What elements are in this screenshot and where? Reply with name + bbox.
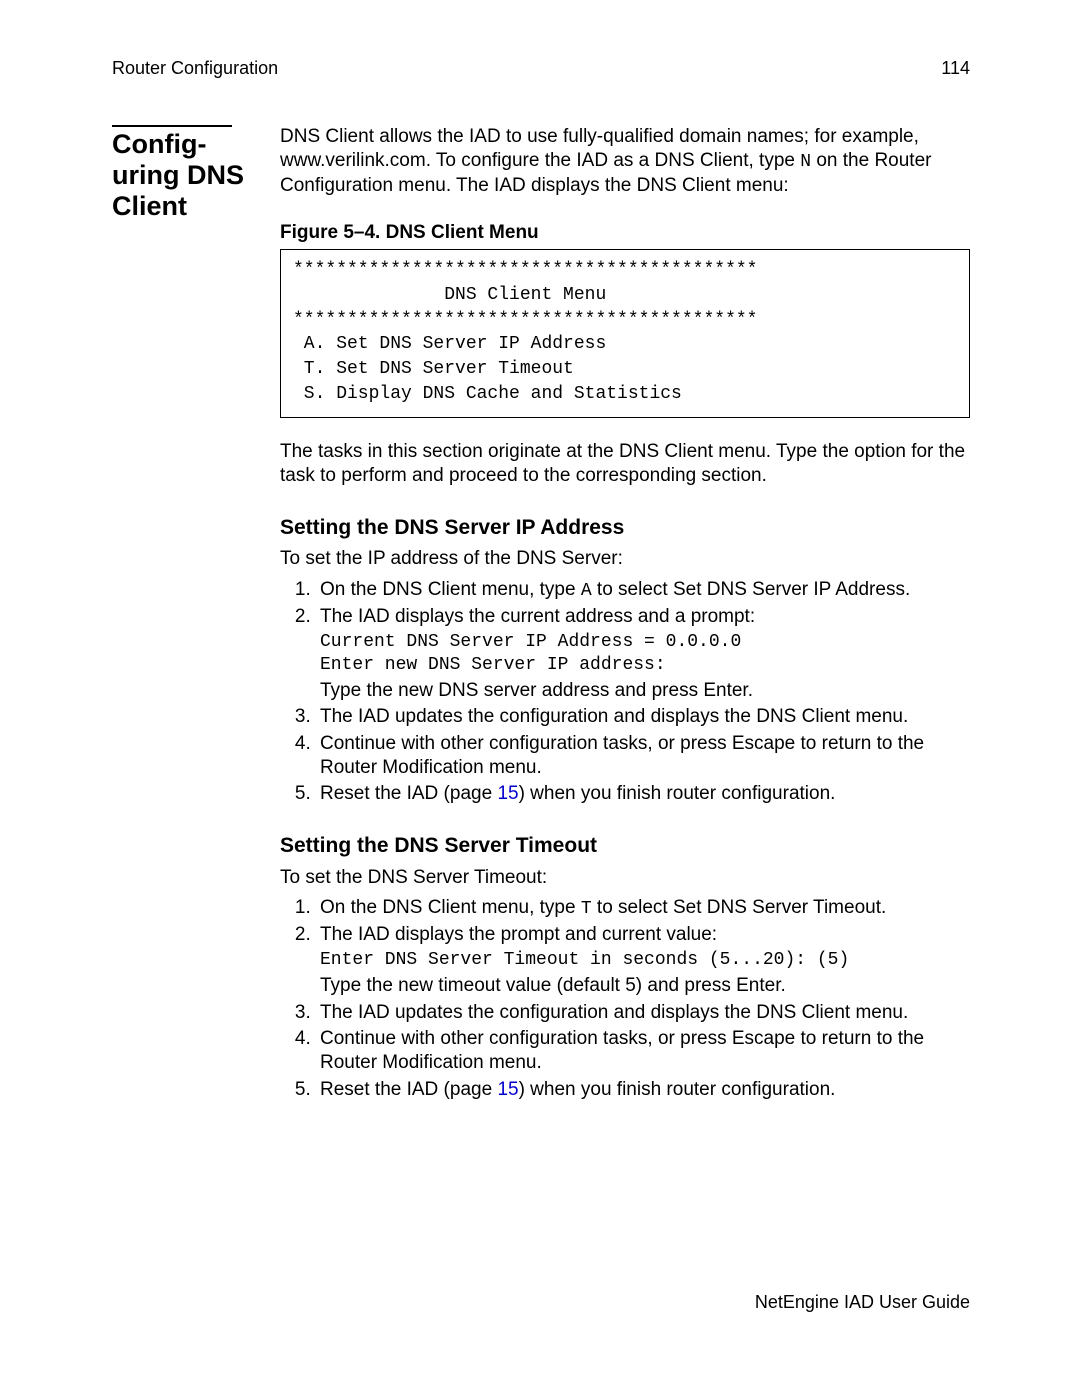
list-item: The IAD updates the configuration and di…	[316, 705, 970, 729]
subheading-timeout: Setting the DNS Server Timeout	[280, 833, 970, 860]
main-column: DNS Client allows the IAD to use fully-q…	[280, 125, 970, 1104]
list-item: On the DNS Client menu, type T to select…	[316, 896, 970, 921]
step-code-block: Current DNS Server IP Address = 0.0.0.0 …	[320, 631, 970, 677]
footer-text: NetEngine IAD User Guide	[755, 1292, 970, 1313]
step-text: On the DNS Client menu, type	[320, 897, 581, 918]
list-item: The IAD displays the prompt and current …	[316, 923, 970, 999]
dns-client-menu-box: ****************************************…	[280, 249, 970, 418]
step-text: to select Set DNS Server IP Address.	[592, 579, 911, 600]
step-text: The IAD displays the prompt and current …	[320, 924, 717, 945]
list-item: The IAD displays the current address and…	[316, 605, 970, 704]
step-code-block: Enter DNS Server Timeout in seconds (5..…	[320, 949, 970, 972]
list-item: The IAD updates the configuration and di…	[316, 1001, 970, 1025]
step-text: The IAD displays the current address and…	[320, 606, 755, 627]
page-number: 114	[941, 58, 970, 79]
step-text: Type the new timeout value (default 5) a…	[320, 975, 786, 996]
lead-ip-address: To set the IP address of the DNS Server:	[280, 547, 970, 571]
step-text: Reset the IAD (page	[320, 783, 497, 804]
figure-caption: Figure 5–4. DNS Client Menu	[280, 221, 970, 245]
running-header: Router Configuration 114	[112, 58, 970, 79]
steps-timeout: On the DNS Client menu, type T to select…	[280, 896, 970, 1102]
steps-ip-address: On the DNS Client menu, type A to select…	[280, 578, 970, 807]
step-text: On the DNS Client menu, type	[320, 579, 581, 600]
step-code: A	[581, 581, 592, 601]
list-item: On the DNS Client menu, type A to select…	[316, 578, 970, 603]
step-text: ) when you finish router configuration.	[519, 1079, 836, 1100]
lead-timeout: To set the DNS Server Timeout:	[280, 866, 970, 890]
header-left: Router Configuration	[112, 58, 278, 79]
step-text: to select Set DNS Server Timeout.	[592, 897, 887, 918]
step-text: ) when you finish router configuration.	[519, 783, 836, 804]
list-item: Continue with other configuration tasks,…	[316, 1027, 970, 1076]
subheading-ip-address: Setting the DNS Server IP Address	[280, 515, 970, 542]
page-link[interactable]: 15	[497, 783, 518, 804]
side-column: Config- uring DNS Client	[112, 125, 280, 222]
step-code: T	[581, 899, 592, 919]
step-text: Reset the IAD (page	[320, 1079, 497, 1100]
list-item: Reset the IAD (page 15) when you finish …	[316, 782, 970, 806]
intro-code: N	[800, 152, 811, 172]
step-text: Type the new DNS server address and pres…	[320, 680, 753, 701]
intro-paragraph: DNS Client allows the IAD to use fully-q…	[280, 125, 970, 199]
side-rule	[112, 125, 232, 127]
list-item: Reset the IAD (page 15) when you finish …	[316, 1078, 970, 1102]
page-link[interactable]: 15	[497, 1079, 518, 1100]
list-item: Continue with other configuration tasks,…	[316, 732, 970, 781]
after-menu-paragraph: The tasks in this section originate at t…	[280, 440, 970, 489]
section-heading: Config- uring DNS Client	[112, 129, 280, 222]
